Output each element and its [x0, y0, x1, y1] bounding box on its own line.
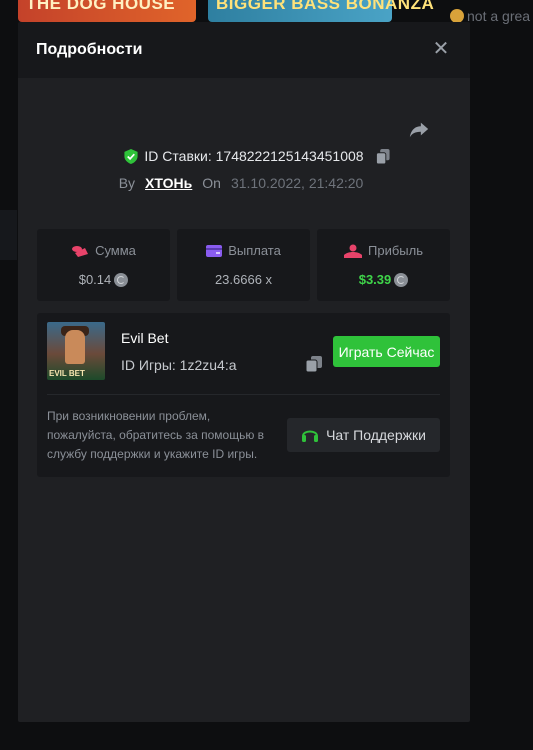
support-chat-label: Чат Поддержки	[326, 427, 426, 443]
stat-value: 23.6666 x	[214, 272, 273, 287]
game-card: EVIL BET Evil Bet ID Игры: 1z2zu4:a Игра…	[37, 313, 450, 477]
stat-value: $3.39	[358, 272, 392, 287]
bet-details-modal: Подробности ✕ ID Ставки: 174822212514345…	[18, 22, 470, 722]
shield-check-icon	[124, 148, 138, 164]
copy-icon[interactable]	[306, 356, 322, 372]
promo-banner-text: THE DOG HOUSE	[26, 0, 176, 13]
bet-id-row: ID Ставки: 1748222125143451008	[18, 148, 470, 167]
share-icon[interactable]	[408, 118, 430, 140]
thumbnail-label: EVIL BET	[49, 369, 85, 378]
divider	[47, 394, 440, 395]
stat-profit: Прибыль $3.39	[317, 229, 450, 301]
stat-amount: Сумма $0.14	[37, 229, 170, 301]
bet-stats: Сумма $0.14 Выплата 23.6666 x Прибыль $3…	[37, 229, 450, 301]
wallet-icon	[206, 244, 223, 257]
game-name[interactable]: Evil Bet	[121, 330, 168, 346]
game-id: ID Игры: 1z2zu4:a	[121, 357, 237, 373]
modal-header: Подробности ✕	[18, 22, 470, 78]
on-label: On	[202, 175, 221, 191]
promo-banner-dog-house[interactable]: THE DOG HOUSE	[18, 0, 196, 22]
stat-label: Выплата	[228, 243, 281, 258]
user-link[interactable]: XTOHь	[145, 175, 192, 191]
profit-icon	[344, 244, 362, 258]
copy-icon[interactable]	[375, 148, 390, 164]
emoji-icon	[450, 9, 464, 23]
by-label: By	[118, 175, 136, 191]
bet-date: 31.10.2022, 21:42:20	[230, 175, 364, 191]
headset-icon	[302, 430, 319, 442]
modal-title: Подробности	[36, 41, 143, 58]
play-now-button[interactable]: Играть Сейчас	[333, 336, 440, 367]
support-chat-button[interactable]: Чат Поддержки	[287, 418, 440, 452]
coins-icon	[72, 245, 89, 257]
bet-author-row: By XTOHь On 31.10.2022, 21:42:20	[18, 175, 470, 191]
currency-icon	[394, 272, 409, 287]
promo-banner-big-bass[interactable]: BIGGER BASS BONANZA	[208, 0, 434, 22]
stat-payout: Выплата 23.6666 x	[177, 229, 310, 301]
stat-label: Прибыль	[368, 243, 423, 258]
background-panel	[0, 210, 17, 260]
stat-label: Сумма	[95, 243, 136, 258]
bet-id: ID Ставки: 1748222125143451008	[144, 148, 364, 164]
stat-value: $0.14	[78, 272, 112, 287]
currency-icon	[114, 272, 129, 287]
promo-banner-text: BIGGER BASS BONANZA	[216, 0, 435, 13]
close-button[interactable]: ✕	[432, 38, 450, 60]
game-thumbnail[interactable]: EVIL BET	[47, 322, 105, 380]
support-help-text: При возникновении проблем, пожалуйста, о…	[47, 409, 265, 461]
